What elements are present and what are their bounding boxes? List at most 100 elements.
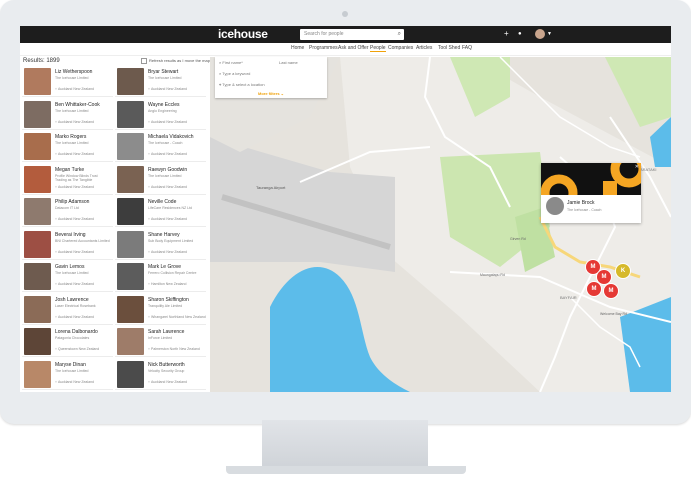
person-card[interactable]: Josh Lawrence Laser Electrical Rosebank ⌖A… xyxy=(22,293,113,325)
person-name[interactable]: Ben Whittaker-Cook xyxy=(55,102,100,108)
search-icon[interactable]: ⌕ xyxy=(398,29,401,40)
person-photo[interactable] xyxy=(117,360,144,388)
bell-icon[interactable]: ● xyxy=(518,29,522,39)
person-photo[interactable] xyxy=(117,230,144,258)
person-photo[interactable] xyxy=(24,68,51,95)
map-marker[interactable]: K xyxy=(615,263,631,279)
more-filters-button[interactable]: More filters ⌄ xyxy=(215,91,327,96)
person-name[interactable]: Bryar Stewart xyxy=(148,69,178,75)
person-name[interactable]: Lorena Dalbonardo xyxy=(55,329,98,335)
map-canvas[interactable] xyxy=(210,57,671,392)
person-photo[interactable] xyxy=(117,165,144,193)
person-card[interactable]: Sarah Lawrence InForce Limited ⌖Palmerston… xyxy=(115,326,206,357)
person-card[interactable]: Beverai Irving BNI Chartered Accountants … xyxy=(22,228,113,260)
person-card[interactable]: Ben Whittaker-Cook The Icehouse Limited ⌖A… xyxy=(22,98,113,130)
person-company: The Icehouse Limited xyxy=(55,76,89,80)
person-card[interactable]: Neville Code LifeCare Residences NZ Ltd ⌖A… xyxy=(115,196,206,227)
person-photo[interactable] xyxy=(117,68,144,95)
person-card[interactable]: Philip Adamson Datacom IT Ltd ⌖Auckland Ne… xyxy=(22,196,113,227)
person-name[interactable]: Sharon Skiffington xyxy=(148,297,189,303)
icehouse-logo[interactable]: icehouse xyxy=(218,27,268,41)
map[interactable]: Tauranga Airport ARATAKI BAYFAIR Girven … xyxy=(210,57,671,392)
person-photo[interactable] xyxy=(117,295,144,323)
map-marker[interactable]: M xyxy=(586,281,602,297)
first-name-field[interactable]: ⌕ First name* xyxy=(219,60,243,65)
person-photo[interactable] xyxy=(24,328,51,355)
person-name[interactable]: Philip Adamson xyxy=(55,199,89,205)
person-name[interactable]: Michaela Vidakovich xyxy=(148,134,194,140)
person-location-text: Whangarei Northland New Zealand xyxy=(150,314,206,319)
person-name[interactable]: Megan Turke xyxy=(55,167,84,173)
popup-name[interactable]: Jamie Brock xyxy=(567,200,595,206)
person-location: ⌖Whangarei Northland New Zealand xyxy=(148,315,206,319)
person-card[interactable]: Nick Butterworth Velocity Security Group ⌖… xyxy=(115,358,206,390)
more-filters-label: More filters xyxy=(257,91,280,96)
person-photo[interactable] xyxy=(117,263,144,290)
location-pin-icon: ⌖ xyxy=(148,314,150,319)
person-name[interactable]: Sarah Lawrence xyxy=(148,329,184,335)
nav-faq[interactable]: FAQ xyxy=(462,45,472,51)
person-photo[interactable] xyxy=(117,133,144,160)
person-photo[interactable] xyxy=(117,100,144,128)
person-photo[interactable] xyxy=(24,165,51,193)
person-photo[interactable] xyxy=(24,230,51,258)
person-name[interactable]: Josh Lawrence xyxy=(55,297,89,303)
person-photo[interactable] xyxy=(24,360,51,388)
checkbox-icon[interactable] xyxy=(141,58,147,64)
person-photo[interactable] xyxy=(24,295,51,323)
person-name[interactable]: Gavin Lemos xyxy=(55,264,84,270)
person-card[interactable]: Bryar Stewart The Icehouse Limited ⌖Auckla… xyxy=(115,66,206,97)
person-company: Datacom IT Ltd xyxy=(55,206,79,210)
person-card[interactable]: Marko Rogers The Icehouse Limited ⌖Aucklan… xyxy=(22,131,113,162)
person-photo[interactable] xyxy=(117,328,144,355)
person-name[interactable]: Raewyn Goodwin xyxy=(148,167,187,173)
person-card[interactable]: Wayne Eccles Anglo Engineering ⌖Auckland N… xyxy=(115,98,206,130)
person-card[interactable]: Maryse Dinan The Icehouse Limited ⌖Aucklan… xyxy=(22,358,113,390)
search-input[interactable]: Search for people ⌕ xyxy=(300,29,404,40)
avatar[interactable] xyxy=(535,29,545,39)
close-icon[interactable]: ✕ xyxy=(635,164,639,170)
add-icon[interactable]: + xyxy=(504,29,509,39)
person-company: The Icehouse Limited xyxy=(55,108,89,113)
popup-avatar xyxy=(545,196,565,216)
person-name[interactable]: Beverai Irving xyxy=(55,232,86,238)
refresh-checkbox[interactable]: Refresh results as I move the map xyxy=(141,58,210,64)
location-pin-icon: ⌖ xyxy=(148,152,150,156)
person-photo[interactable] xyxy=(117,198,144,225)
person-name[interactable]: Marko Rogers xyxy=(55,134,86,140)
person-card[interactable]: Liz Wetherspoon The Icehouse Limited ⌖Auck… xyxy=(22,66,113,97)
person-popup[interactable]: ✕ Jamie Brock The Icehouse - Coach xyxy=(541,163,641,223)
person-card[interactable]: Raewyn Goodwin The Icehouse Limited ⌖Auckl… xyxy=(115,163,206,195)
person-name[interactable]: Liz Wetherspoon xyxy=(55,69,92,75)
person-card[interactable]: Sharon Skiffington Tranquility Ale Limite… xyxy=(115,293,206,325)
person-photo[interactable] xyxy=(24,198,51,225)
person-name[interactable]: Nick Butterworth xyxy=(148,362,185,368)
nav-tool-shed[interactable]: Tool Shed xyxy=(438,45,460,51)
nav-ask-offer[interactable]: Ask and Offer xyxy=(338,45,368,51)
person-photo[interactable] xyxy=(24,263,51,290)
person-card[interactable]: Mark Le Grove Ferrero Collision Repair Ce… xyxy=(115,261,206,292)
person-name[interactable]: Mark Le Grove xyxy=(148,264,181,270)
person-photo[interactable] xyxy=(24,133,51,160)
map-marker[interactable]: M xyxy=(603,283,619,299)
person-name[interactable]: Neville Code xyxy=(148,199,176,205)
person-name[interactable]: Maryse Dinan xyxy=(55,362,86,368)
person-card[interactable]: Shane Harvey Sub Body Equipment Limited ⌖A… xyxy=(115,228,206,260)
person-photo[interactable] xyxy=(24,100,51,128)
person-name[interactable]: Wayne Eccles xyxy=(148,102,180,108)
person-name[interactable]: Shane Harvey xyxy=(148,232,180,238)
person-card[interactable]: Lorena Dalbonardo Patagonia Chocolates ⌖Qu… xyxy=(22,326,113,357)
keyword-field[interactable]: ⌕ Type a keyword xyxy=(219,71,250,76)
nav-programmes[interactable]: Programmes xyxy=(309,45,338,51)
location-field[interactable]: ⌖ Type & select a location xyxy=(219,82,265,87)
person-card[interactable]: Megan Turke Profile Window Blinds Trust Tr… xyxy=(22,163,113,195)
person-location: ⌖Palmerston North New Zealand xyxy=(148,347,200,351)
last-name-field[interactable]: Last name xyxy=(279,60,298,65)
nav-home[interactable]: Home xyxy=(291,45,304,51)
chevron-down-icon[interactable]: ▼ xyxy=(547,31,552,37)
nav-people[interactable]: People xyxy=(370,45,386,52)
nav-articles[interactable]: Articles xyxy=(416,45,432,51)
person-card[interactable]: Michaela Vidakovich The Icehouse - Coach ⌖… xyxy=(115,131,206,162)
person-card[interactable]: Gavin Lemos The Icehouse Limited ⌖Auckland… xyxy=(22,261,113,292)
nav-companies[interactable]: Companies xyxy=(388,45,413,51)
